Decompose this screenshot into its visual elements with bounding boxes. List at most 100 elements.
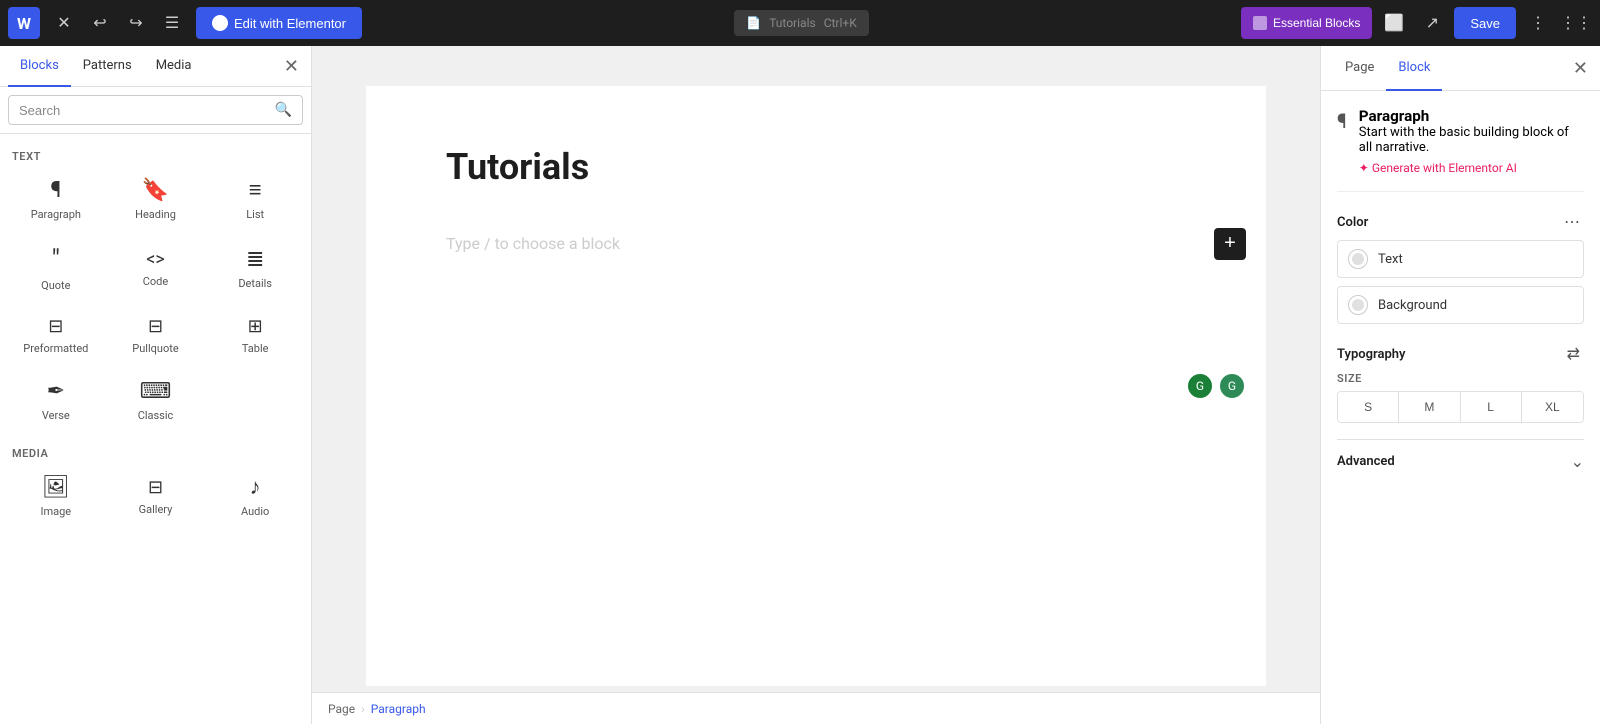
- block-wrapper: Type / to choose a block +: [446, 218, 1186, 269]
- panel-content: ¶ Paragraph Start with the basic buildin…: [1321, 91, 1600, 724]
- breadcrumb-bar: Page › Paragraph: [312, 692, 1320, 724]
- tab-block[interactable]: Block: [1386, 46, 1442, 91]
- size-xl-button[interactable]: XL: [1522, 392, 1583, 422]
- classic-icon: ⌨: [140, 381, 172, 403]
- search-area: 🔍: [0, 87, 311, 134]
- block-image[interactable]: 🖼 Image: [8, 464, 104, 527]
- essential-blocks-button[interactable]: Essential Blocks: [1241, 7, 1372, 39]
- sidebar-close-button[interactable]: ✕: [280, 52, 303, 81]
- wp-logo-icon[interactable]: W: [8, 7, 40, 39]
- typography-section: Typography ⇄ SIZE S M L XL: [1337, 340, 1584, 423]
- tab-patterns[interactable]: Patterns: [71, 46, 144, 87]
- pullquote-icon: ⊟: [148, 318, 163, 336]
- block-paragraph[interactable]: ¶ Paragraph: [8, 167, 104, 230]
- add-block-button[interactable]: +: [1214, 228, 1246, 260]
- search-input[interactable]: [19, 103, 267, 118]
- verse-icon: ✒: [47, 381, 65, 403]
- heading-icon: 🔖: [142, 180, 169, 202]
- eb-icon: [1253, 16, 1267, 30]
- heading-label: Heading: [135, 208, 176, 221]
- gallery-label: Gallery: [139, 503, 173, 516]
- undo-button[interactable]: ↩: [84, 7, 116, 39]
- audio-icon: ♪: [250, 477, 261, 499]
- tab-page[interactable]: Page: [1333, 46, 1386, 91]
- advanced-section[interactable]: Advanced ⌄: [1337, 439, 1584, 483]
- blocks-content: TEXT ¶ Paragraph 🔖 Heading ≡ List " Quot…: [0, 134, 311, 724]
- block-code[interactable]: <> Code: [108, 234, 204, 301]
- block-info-text: Paragraph Start with the basic building …: [1359, 107, 1584, 175]
- external-link-button[interactable]: ↗: [1416, 7, 1448, 39]
- sidebar-tabs: Blocks Patterns Media ✕: [0, 46, 311, 87]
- block-verse[interactable]: ✒ Verse: [8, 368, 104, 431]
- block-info: ¶ Paragraph Start with the basic buildin…: [1337, 107, 1584, 192]
- image-icon: 🖼: [42, 477, 70, 499]
- redo-button[interactable]: ↪: [120, 7, 152, 39]
- block-preformatted[interactable]: ⊟ Preformatted: [8, 305, 104, 364]
- left-sidebar: Blocks Patterns Media ✕ 🔍 TEXT ¶ Paragra…: [0, 46, 312, 724]
- color-background-row[interactable]: Background: [1337, 286, 1584, 324]
- main-area: Blocks Patterns Media ✕ 🔍 TEXT ¶ Paragra…: [0, 46, 1600, 724]
- chevron-down-icon: ⌄: [1571, 452, 1584, 471]
- color-section: Color ⋯ Text Background: [1337, 208, 1584, 324]
- block-details[interactable]: ≣ Details: [207, 234, 303, 301]
- details-icon: ≣: [246, 249, 264, 271]
- canvas-page: Tutorials G G Type / to choose a block +: [366, 86, 1266, 686]
- verse-label: Verse: [42, 409, 70, 422]
- color-options: Text Background: [1337, 240, 1584, 324]
- tab-blocks[interactable]: Blocks: [8, 46, 71, 87]
- text-color-circle: [1348, 249, 1368, 269]
- text-blocks-grid: ¶ Paragraph 🔖 Heading ≡ List " Quote <>: [8, 167, 303, 431]
- save-button[interactable]: Save: [1454, 7, 1516, 39]
- block-list[interactable]: ≡ List: [207, 167, 303, 230]
- block-placeholder[interactable]: Type / to choose a block: [446, 218, 1186, 269]
- generate-with-ai-link[interactable]: ✦ Generate with Elementor AI: [1359, 161, 1584, 175]
- block-table[interactable]: ⊞ Table: [207, 305, 303, 364]
- settings-button[interactable]: ⋮: [1522, 7, 1554, 39]
- block-name-heading: Paragraph: [1359, 107, 1584, 125]
- size-s-button[interactable]: S: [1338, 392, 1399, 422]
- desktop-view-button[interactable]: ⬜: [1378, 7, 1410, 39]
- top-bar: W ✕ ↩ ↪ ☰ Edit with Elementor 📄 Tutorial…: [0, 0, 1600, 46]
- typography-section-header: Typography ⇄: [1337, 340, 1584, 372]
- typography-section-more-button[interactable]: ⇄: [1563, 344, 1584, 364]
- color-section-more-button[interactable]: ⋯: [1560, 212, 1584, 232]
- block-pullquote[interactable]: ⊟ Pullquote: [108, 305, 204, 364]
- color-section-title: Color: [1337, 215, 1368, 230]
- breadcrumb-separator: ›: [361, 702, 365, 716]
- block-gallery[interactable]: ⊟ Gallery: [108, 464, 204, 527]
- pullquote-label: Pullquote: [132, 342, 178, 355]
- block-description: Start with the basic building block of a…: [1359, 125, 1584, 155]
- search-box: 🔍: [8, 95, 303, 125]
- size-m-button[interactable]: M: [1399, 392, 1460, 422]
- size-l-button[interactable]: L: [1461, 392, 1522, 422]
- breadcrumb-current[interactable]: Paragraph: [371, 702, 426, 716]
- close-sidebar-button[interactable]: ✕: [48, 7, 80, 39]
- block-heading[interactable]: 🔖 Heading: [108, 167, 204, 230]
- audio-label: Audio: [241, 505, 269, 518]
- preformatted-icon: ⊟: [48, 318, 63, 336]
- right-panel: Page Block ✕ ¶ Paragraph Start with the …: [1320, 46, 1600, 724]
- details-label: Details: [238, 277, 272, 290]
- code-label: Code: [143, 275, 168, 288]
- panel-close-button[interactable]: ✕: [1573, 58, 1588, 79]
- block-classic[interactable]: ⌨ Classic: [108, 368, 204, 431]
- list-view-button[interactable]: ☰: [156, 7, 188, 39]
- color-text-row[interactable]: Text: [1337, 240, 1584, 278]
- block-audio[interactable]: ♪ Audio: [207, 464, 303, 527]
- table-icon: ⊞: [248, 318, 263, 336]
- text-color-label: Text: [1378, 252, 1403, 267]
- paragraph-icon: ¶: [50, 180, 61, 202]
- page-title: Tutorials: [446, 146, 589, 188]
- breadcrumb-page[interactable]: Page: [328, 702, 355, 716]
- preformatted-label: Preformatted: [23, 342, 88, 355]
- search-icon: 🔍: [275, 102, 292, 118]
- doc-icon: 📄: [746, 16, 761, 30]
- quote-label: Quote: [41, 279, 70, 292]
- block-quote[interactable]: " Quote: [8, 234, 104, 301]
- edit-elementor-button[interactable]: Edit with Elementor: [196, 7, 362, 39]
- more-button[interactable]: ⋮⋮: [1560, 7, 1592, 39]
- tutorials-search-button[interactable]: 📄 Tutorials Ctrl+K: [734, 10, 869, 36]
- image-label: Image: [41, 505, 72, 518]
- background-color-circle: [1348, 295, 1368, 315]
- tab-media[interactable]: Media: [144, 46, 204, 87]
